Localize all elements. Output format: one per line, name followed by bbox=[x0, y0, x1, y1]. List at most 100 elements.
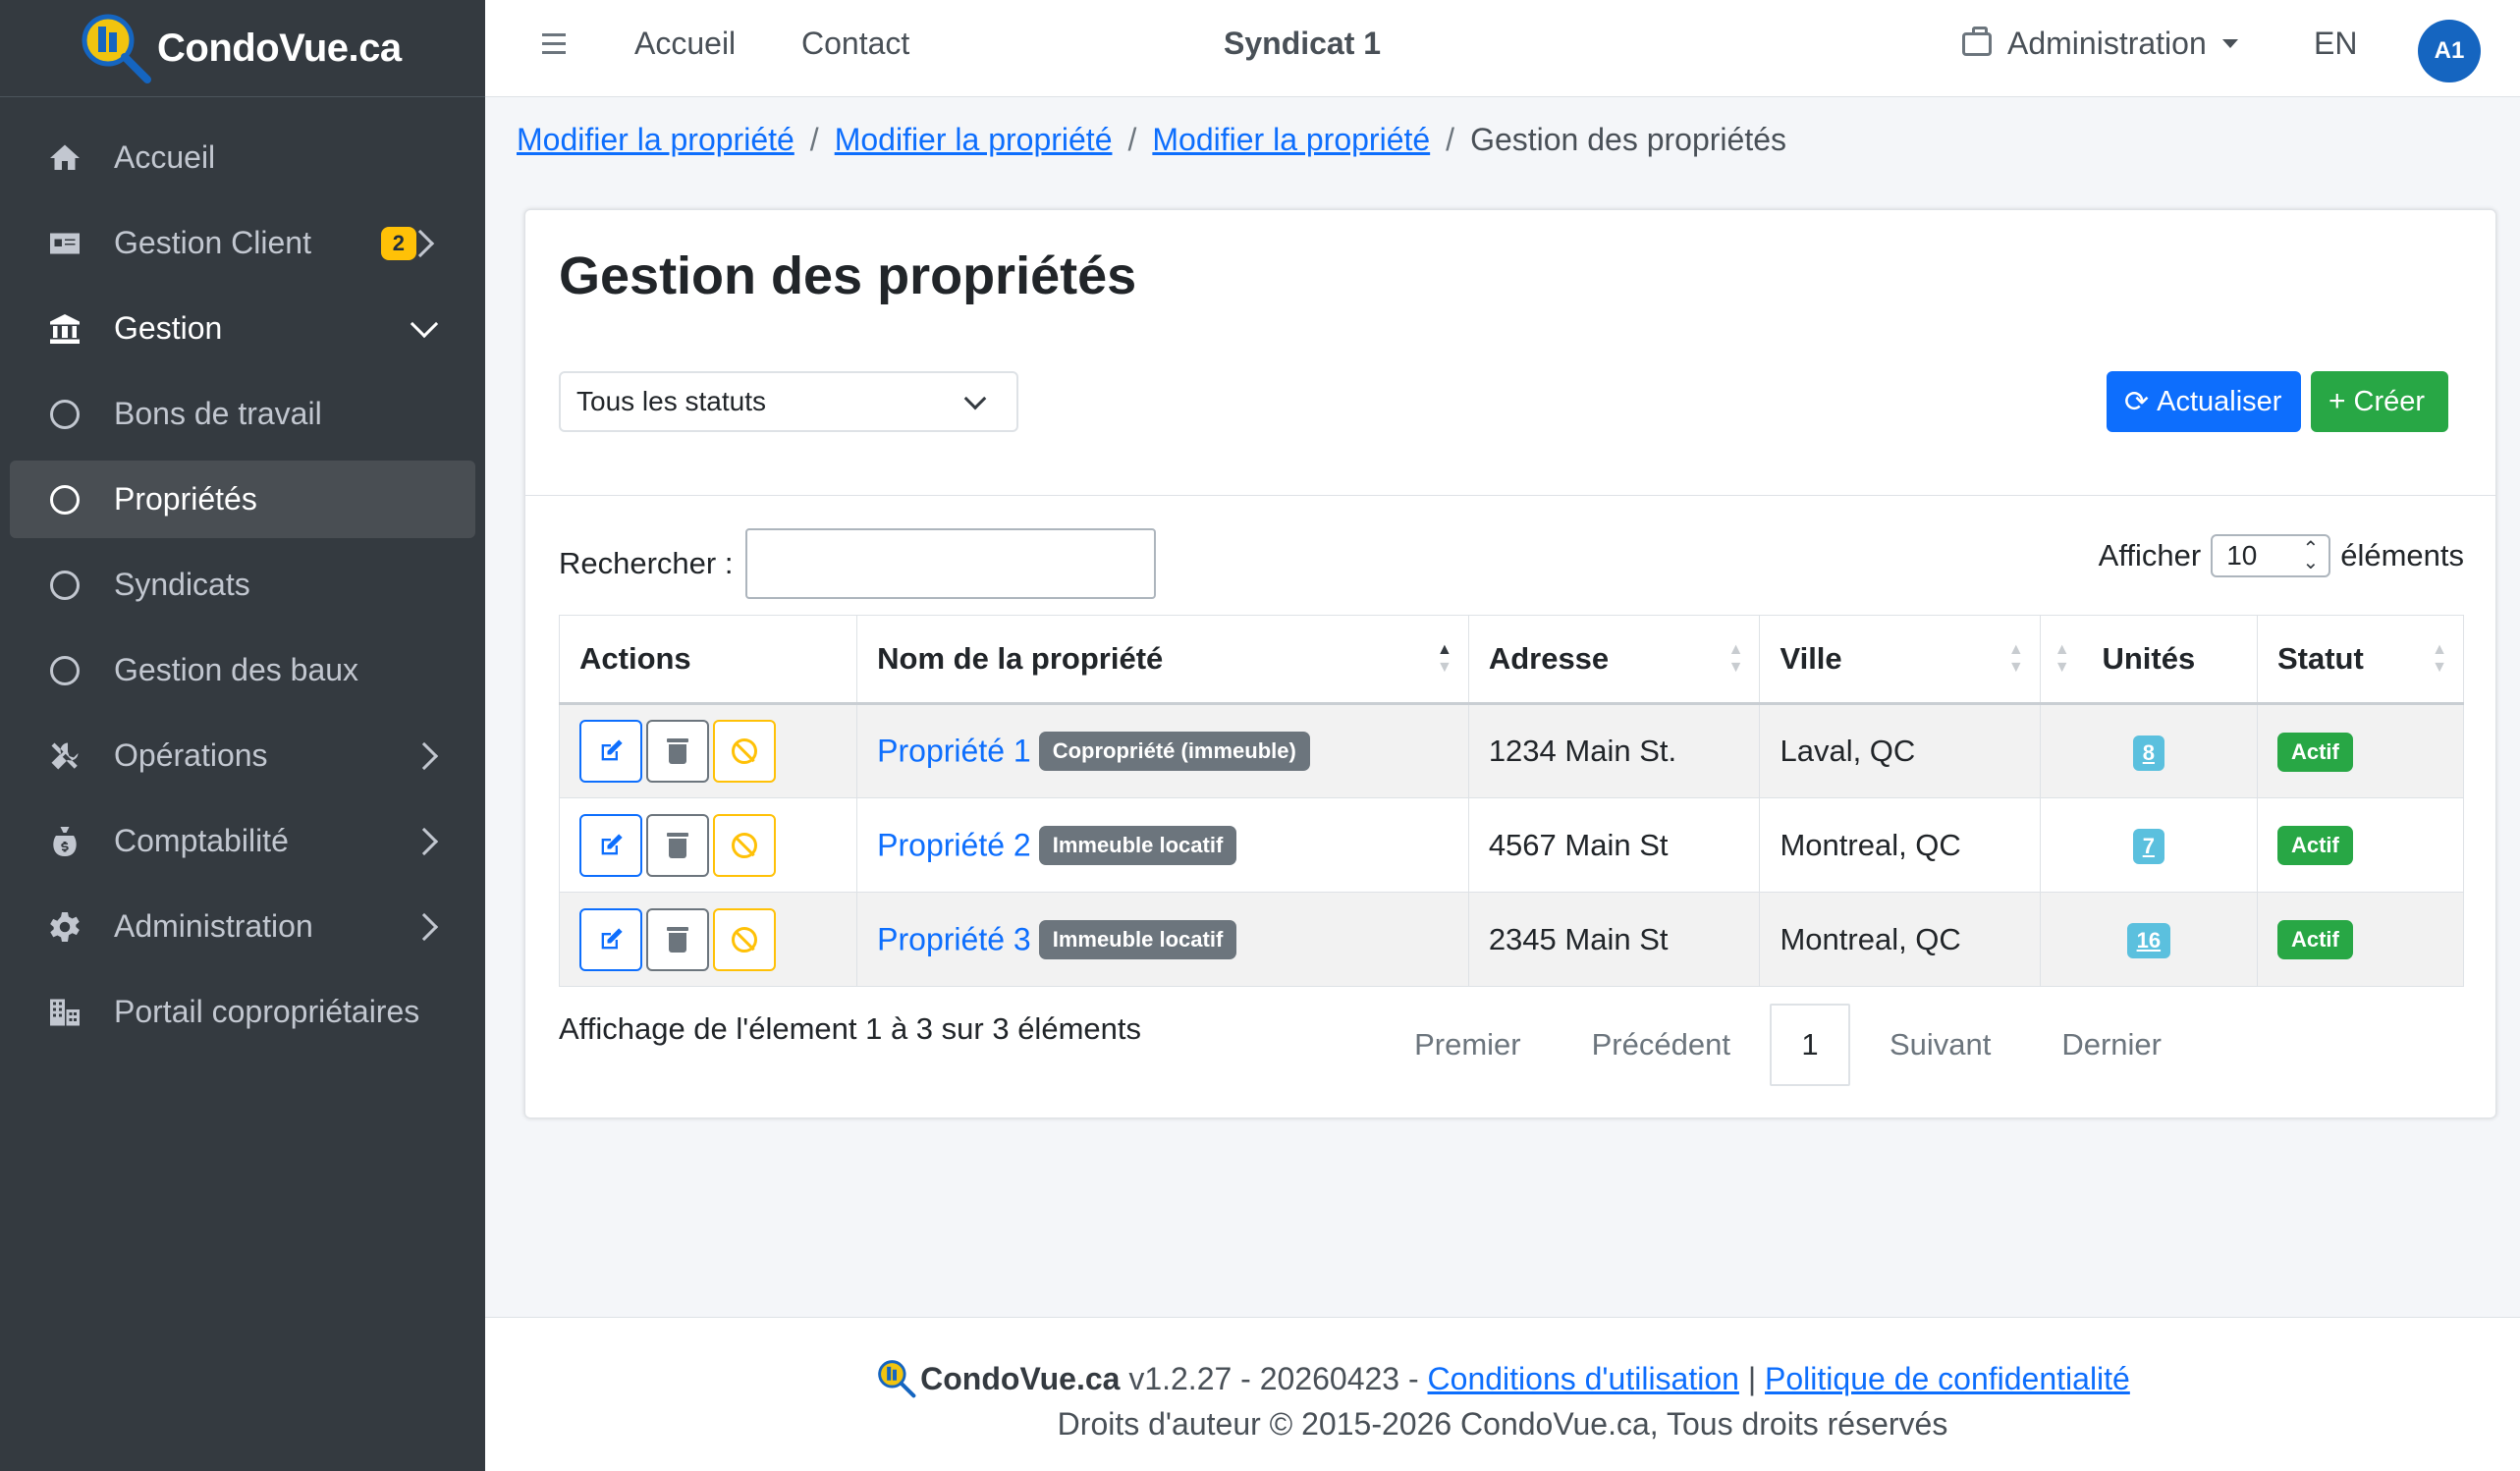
sidebar-item-gestion-client[interactable]: Gestion Client 2 bbox=[10, 204, 475, 282]
sidebar-item-gestion-des-baux[interactable]: Gestion des baux bbox=[10, 631, 475, 709]
edit-icon bbox=[601, 739, 623, 761]
breadcrumb-current: Gestion des propriétés bbox=[1470, 122, 1787, 157]
sidebar-item-gestion[interactable]: Gestion bbox=[10, 290, 475, 367]
bank-icon bbox=[45, 309, 84, 349]
page-length-value: 10 bbox=[2226, 540, 2258, 571]
sidebar-item-operations[interactable]: Opérations bbox=[10, 717, 475, 794]
trash-icon bbox=[667, 738, 688, 764]
administration-dropdown[interactable]: Administration bbox=[1962, 26, 2238, 62]
disable-button[interactable] bbox=[713, 720, 776, 783]
actions-cell bbox=[558, 892, 858, 987]
page-length-select[interactable]: 10 ⌃ ⌄ bbox=[2211, 534, 2331, 577]
units-badge[interactable]: 16 bbox=[2126, 923, 2171, 958]
sidebar-item-portail-coproprietaires[interactable]: Portail copropriétaires bbox=[10, 973, 475, 1051]
sort-icon: ▲ ▼ bbox=[2007, 641, 2024, 676]
sidebar-item-label: Accueil bbox=[114, 139, 216, 175]
column-header-status[interactable]: Statut ▲ ▼ bbox=[2256, 615, 2465, 705]
sidebar-item-label: Portail copropriétaires bbox=[114, 994, 420, 1029]
type-badge: Immeuble locatif bbox=[1038, 825, 1237, 865]
column-header-name[interactable]: Nom de la propriété ▲ ▼ bbox=[856, 615, 1469, 705]
language-toggle[interactable]: EN bbox=[2314, 26, 2357, 62]
chevron-right-icon bbox=[410, 741, 439, 770]
status-filter-value: Tous les statuts bbox=[576, 386, 766, 416]
pagination-current-page[interactable]: 1 bbox=[1769, 1004, 1850, 1086]
column-header-address[interactable]: Adresse ▲ ▼ bbox=[1467, 615, 1761, 705]
edit-button[interactable] bbox=[579, 907, 642, 971]
pagination-first[interactable]: Premier bbox=[1414, 1027, 1521, 1062]
sidebar-item-bons-de-travail[interactable]: Bons de travail bbox=[10, 375, 475, 453]
breadcrumb-link[interactable]: Modifier la propriété bbox=[835, 122, 1113, 158]
page-title: Gestion des propriétés bbox=[559, 246, 1137, 305]
property-link[interactable]: Propriété 3 bbox=[877, 921, 1031, 956]
delete-button[interactable] bbox=[646, 907, 709, 971]
breadcrumb-link[interactable]: Modifier la propriété bbox=[517, 122, 794, 158]
column-header-city[interactable]: Ville ▲ ▼ bbox=[1759, 615, 2041, 705]
units-badge[interactable]: 7 bbox=[2132, 829, 2164, 864]
terms-link[interactable]: Conditions d'utilisation bbox=[1428, 1361, 1739, 1397]
address-cell: 4567 Main St bbox=[1467, 797, 1761, 893]
refresh-icon: ⟳ bbox=[2124, 385, 2150, 418]
name-cell: Propriété 2 Immeuble locatif bbox=[856, 797, 1469, 893]
top-link-contact[interactable]: Contact bbox=[801, 26, 909, 62]
property-link[interactable]: Propriété 1 bbox=[877, 734, 1031, 769]
create-button[interactable]: + Créer bbox=[2311, 371, 2448, 432]
sidebar-item-comptabilite[interactable]: Comptabilité bbox=[10, 802, 475, 880]
circle-icon bbox=[45, 480, 84, 519]
pagination-previous[interactable]: Précédent bbox=[1592, 1027, 1730, 1062]
tools-icon bbox=[45, 736, 84, 776]
sidebar-item-administration[interactable]: Administration bbox=[10, 888, 475, 965]
pagination-next[interactable]: Suivant bbox=[1890, 1027, 1991, 1062]
caret-down-icon bbox=[2221, 39, 2238, 48]
column-header-units[interactable]: ▲ ▼ Unités bbox=[2039, 615, 2258, 705]
pagination-last[interactable]: Dernier bbox=[2061, 1027, 2162, 1062]
sidebar-item-label: Gestion bbox=[114, 310, 223, 346]
disable-button[interactable] bbox=[713, 813, 776, 877]
property-link[interactable]: Propriété 2 bbox=[877, 827, 1031, 862]
sidebar-item-accueil[interactable]: Accueil bbox=[10, 119, 475, 196]
buildings-icon bbox=[45, 993, 84, 1032]
privacy-link[interactable]: Politique de confidentialité bbox=[1765, 1361, 2130, 1397]
properties-card: Gestion des propriétés Tous les statuts … bbox=[524, 209, 2496, 1118]
edit-icon bbox=[601, 927, 623, 949]
refresh-button[interactable]: ⟳ Actualiser bbox=[2107, 371, 2301, 432]
delete-button[interactable] bbox=[646, 720, 709, 783]
actions-cell bbox=[558, 703, 858, 798]
menu-toggle-icon[interactable] bbox=[542, 33, 566, 55]
pagination: Premier Précédent 1 Suivant Dernier bbox=[1414, 1004, 2162, 1086]
footer-copyright: Droits d'auteur © 2015-2026 CondoVue.ca,… bbox=[1057, 1406, 1948, 1442]
status-filter-select[interactable]: Tous les statuts bbox=[559, 371, 1018, 432]
administration-label: Administration bbox=[2007, 26, 2207, 61]
sidebar-item-label: Gestion des baux bbox=[114, 652, 359, 687]
top-link-accueil[interactable]: Accueil bbox=[634, 26, 736, 62]
sort-icon: ▲ ▼ bbox=[1436, 641, 1452, 676]
type-badge: Immeuble locatif bbox=[1038, 919, 1237, 959]
sidebar-item-proprietes[interactable]: Propriétés bbox=[10, 461, 475, 538]
table-info: Affichage de l'élement 1 à 3 sur 3 éléme… bbox=[559, 1011, 1141, 1046]
logo-icon bbox=[82, 14, 151, 83]
status-badge: Actif bbox=[2276, 826, 2353, 865]
footer-brand: CondoVue.ca bbox=[920, 1360, 1121, 1396]
search-input[interactable] bbox=[745, 528, 1156, 599]
circle-icon bbox=[45, 651, 84, 690]
edit-button[interactable] bbox=[579, 720, 642, 783]
brand-name: CondoVue.ca bbox=[157, 26, 402, 70]
avatar[interactable]: A1 bbox=[2418, 20, 2481, 82]
delete-button[interactable] bbox=[646, 813, 709, 877]
units-cell: 7 bbox=[2039, 797, 2258, 893]
name-cell: Propriété 3 Immeuble locatif bbox=[856, 892, 1469, 987]
status-cell: Actif bbox=[2256, 892, 2465, 987]
plus-icon: + bbox=[2328, 385, 2346, 417]
breadcrumb-link[interactable]: Modifier la propriété bbox=[1152, 122, 1430, 158]
brand[interactable]: CondoVue.ca bbox=[0, 0, 485, 97]
table-header-row: Actions Nom de la propriété ▲ ▼ Adresse ▲ ▼ … bbox=[558, 615, 2465, 705]
sidebar-item-syndicats[interactable]: Syndicats bbox=[10, 546, 475, 624]
status-cell: Actif bbox=[2256, 797, 2465, 893]
sort-icon: ▲ ▼ bbox=[2432, 641, 2447, 676]
properties-table: Actions Nom de la propriété ▲ ▼ Adresse ▲ ▼ … bbox=[558, 615, 2465, 987]
ban-icon bbox=[732, 738, 757, 764]
units-badge[interactable]: 8 bbox=[2132, 735, 2164, 771]
disable-button[interactable] bbox=[713, 907, 776, 971]
show-label: Afficher bbox=[2098, 538, 2202, 572]
type-badge: Copropriété (immeuble) bbox=[1038, 732, 1310, 771]
edit-button[interactable] bbox=[579, 813, 642, 877]
